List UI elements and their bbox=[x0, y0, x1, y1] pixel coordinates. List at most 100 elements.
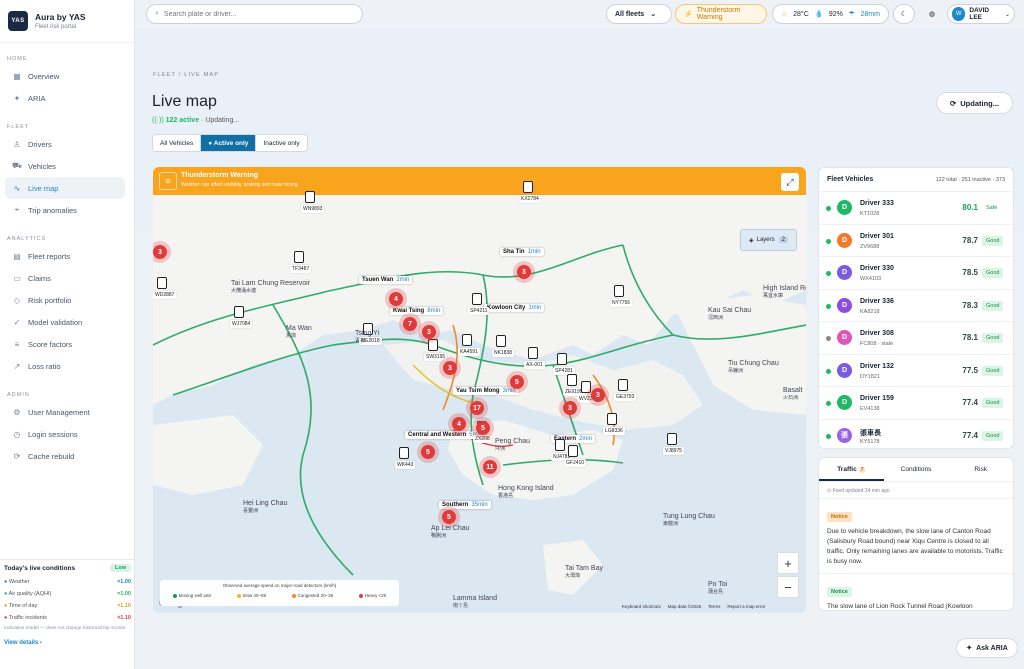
vehicle-plate-label[interactable]: KX2784 bbox=[519, 195, 541, 203]
tab-conditions[interactable]: Conditions bbox=[884, 458, 949, 481]
vehicle-marker-icon[interactable] bbox=[234, 306, 244, 318]
vehicle-marker-icon[interactable] bbox=[555, 439, 565, 451]
vehicle-marker-icon[interactable] bbox=[462, 334, 472, 346]
sidebar-item-cache-rebuild[interactable]: ⟳ Cache rebuild bbox=[5, 445, 125, 467]
weather-warning-badge[interactable]: ⚡ Thunderstorm Warning bbox=[675, 4, 767, 24]
vehicle-cluster[interactable]: 5 bbox=[421, 445, 435, 459]
view-details-link[interactable]: View details › bbox=[4, 640, 131, 646]
vehicle-cluster[interactable]: 3 bbox=[443, 361, 457, 375]
vehicle-marker-icon[interactable] bbox=[528, 347, 538, 359]
vehicle-plate-label[interactable]: TF3487 bbox=[290, 265, 312, 273]
vehicle-marker-icon[interactable] bbox=[581, 381, 591, 393]
live-map[interactable]: Sha Tin 1min Tsuen Wan 2min Kwai Tsing 8min Ko… bbox=[153, 181, 806, 613]
refresh-button[interactable]: ⟳ Updating... bbox=[936, 92, 1013, 114]
traffic-notice[interactable]: Notice Due to vehicle breakdown, the slow… bbox=[819, 499, 1013, 573]
sidebar-item-overview[interactable]: ▦ Overview bbox=[5, 65, 125, 87]
sidebar-item-user-management[interactable]: ⚙ User Management bbox=[5, 401, 125, 423]
vehicle-plate-label[interactable]: VJ8975 bbox=[663, 447, 684, 455]
district-label[interactable]: Tsuen Wan 2min bbox=[359, 276, 413, 284]
vehicle-plate-label[interactable]: NK1838 bbox=[492, 349, 515, 357]
vehicle-plate-label[interactable]: WD2887 bbox=[153, 291, 177, 299]
sidebar-item-model-validation[interactable]: ✓ Model validation bbox=[5, 311, 125, 333]
sidebar-item-trip-anomalies[interactable]: ⌖ Trip anomalies bbox=[5, 199, 125, 221]
sidebar-item-score-factors[interactable]: ≡ Score factors bbox=[5, 333, 125, 355]
layers-button[interactable]: ◈ Layers 2 bbox=[740, 229, 797, 251]
vehicle-plate-label[interactable]: SW3195 bbox=[424, 353, 448, 361]
vehicle-cluster[interactable]: 5 bbox=[442, 510, 456, 524]
language-button[interactable]: ◍ bbox=[921, 4, 943, 24]
district-label[interactable]: Southern 35min bbox=[439, 501, 491, 509]
vehicle-cluster[interactable]: 5 bbox=[476, 421, 490, 435]
vehicle-marker-icon[interactable] bbox=[567, 374, 577, 386]
sidebar-item-loss-ratio[interactable]: ↗ Loss ratio bbox=[5, 355, 125, 377]
attribution-link[interactable]: Keyboard shortcuts bbox=[622, 604, 661, 609]
vehicle-marker-icon[interactable] bbox=[305, 191, 315, 203]
vehicle-cluster[interactable]: 5 bbox=[510, 375, 524, 389]
tab-risk[interactable]: Risk bbox=[948, 458, 1013, 481]
driver-row[interactable]: D Driver 308 FC808 · stale 78.1 Good bbox=[819, 322, 1013, 355]
driver-row[interactable]: D Driver 336 KA8218 78.3 Good bbox=[819, 290, 1013, 322]
driver-row[interactable]: D Driver 333 KT1028 80.1 Safe bbox=[819, 192, 1013, 225]
district-label[interactable]: Kowloon City 1min bbox=[484, 304, 545, 312]
sidebar-item-drivers[interactable]: ♙ Drivers bbox=[5, 133, 125, 155]
traffic-notice[interactable]: Notice The slow lane of Lion Rock Tunnel … bbox=[819, 573, 1013, 610]
attribution-link[interactable]: Report a map error bbox=[727, 604, 765, 609]
driver-row[interactable]: D Driver 132 DY1821 77.5 Good bbox=[819, 355, 1013, 387]
sidebar-item-claims[interactable]: ▭ Claims bbox=[5, 267, 125, 289]
sidebar-item-login-sessions[interactable]: ◷ Login sessions bbox=[5, 423, 125, 445]
vehicle-plate-label[interactable]: SP4211 bbox=[468, 307, 490, 315]
vehicle-plate-label[interactable]: KA4591 bbox=[458, 348, 480, 356]
sidebar-item-risk-portfolio[interactable]: ◇ Risk portfolio bbox=[5, 289, 125, 311]
vehicle-cluster[interactable]: 4 bbox=[389, 292, 403, 306]
vehicle-cluster[interactable]: 17 bbox=[470, 401, 484, 415]
vehicle-cluster[interactable]: 3 bbox=[517, 265, 531, 279]
vehicle-plate-label[interactable]: GE3793 bbox=[614, 393, 637, 401]
vehicle-marker-icon[interactable] bbox=[472, 293, 482, 305]
vehicle-marker-icon[interactable] bbox=[568, 445, 578, 457]
vehicle-marker-icon[interactable] bbox=[557, 353, 567, 365]
vehicle-marker-icon[interactable] bbox=[607, 413, 617, 425]
vehicle-marker-icon[interactable] bbox=[618, 379, 628, 391]
filter-all-vehicles[interactable]: All Vehicles bbox=[153, 135, 202, 151]
zoom-in-button[interactable]: + bbox=[777, 552, 799, 574]
search-box[interactable]: ⌕ bbox=[146, 4, 363, 24]
vehicle-marker-icon[interactable] bbox=[614, 285, 624, 297]
attribution-link[interactable]: Terms bbox=[708, 604, 720, 609]
sidebar-item-live-map[interactable]: ∿ Live map bbox=[5, 177, 125, 199]
vehicle-plate-label[interactable]: NY7756 bbox=[610, 299, 633, 307]
ask-aria-button[interactable]: ✦ Ask ARIA bbox=[956, 638, 1018, 658]
vehicle-marker-icon[interactable] bbox=[667, 433, 677, 445]
filter-inactive-only[interactable]: Inactive only bbox=[256, 135, 306, 151]
district-label[interactable]: Kwai Tsing 8min bbox=[390, 307, 444, 315]
vehicle-marker-icon[interactable] bbox=[294, 251, 304, 263]
vehicle-cluster[interactable]: 3 bbox=[591, 388, 605, 402]
vehicle-cluster[interactable]: 4 bbox=[452, 417, 466, 431]
theme-toggle-button[interactable]: ☾ bbox=[893, 4, 915, 24]
vehicle-plate-label[interactable]: LG8336 bbox=[603, 427, 625, 435]
vehicle-plate-label[interactable]: GF2410 bbox=[564, 459, 587, 467]
vehicle-plate-label[interactable]: WJ7084 bbox=[230, 320, 253, 328]
vehicle-cluster[interactable]: 11 bbox=[483, 460, 497, 474]
vehicle-marker-icon[interactable] bbox=[496, 335, 506, 347]
sidebar-item-vehicles[interactable]: ⛟ Vehicles bbox=[5, 155, 125, 177]
driver-row[interactable]: D Driver 159 EV4138 77.4 Good bbox=[819, 387, 1013, 420]
vehicle-marker-icon[interactable] bbox=[523, 181, 533, 193]
sidebar-item-aria[interactable]: ✦ ARIA bbox=[5, 87, 125, 109]
tab-traffic[interactable]: Traffic 7 bbox=[819, 458, 884, 481]
vehicle-marker-icon[interactable] bbox=[157, 277, 167, 289]
district-label[interactable]: Yau Tsim Mong 3min bbox=[453, 387, 519, 395]
zoom-out-button[interactable]: − bbox=[777, 576, 799, 598]
vehicle-marker-icon[interactable] bbox=[399, 447, 409, 459]
vehicle-cluster[interactable]: 3 bbox=[422, 325, 436, 339]
district-label[interactable]: Sha Tin 1min bbox=[500, 248, 544, 256]
vehicle-plate-label[interactable]: ZX208 bbox=[473, 435, 492, 443]
driver-row[interactable]: D Driver 330 WX4103 78.5 Good bbox=[819, 257, 1013, 290]
sidebar-item-fleet-reports[interactable]: ▤ Fleet reports bbox=[5, 245, 125, 267]
vehicle-plate-label[interactable]: WN9893 bbox=[301, 205, 325, 213]
expand-map-button[interactable]: ⤢ bbox=[781, 173, 799, 191]
fleet-select[interactable]: All fleets ⌄ bbox=[606, 4, 672, 24]
vehicle-plate-label[interactable]: AX-001 bbox=[524, 361, 545, 369]
vehicle-marker-icon[interactable] bbox=[428, 339, 438, 351]
driver-row[interactable]: 張張車長 KY5178 77.4 Good bbox=[819, 420, 1013, 449]
vehicle-plate-label[interactable]: WK443 bbox=[395, 461, 416, 469]
